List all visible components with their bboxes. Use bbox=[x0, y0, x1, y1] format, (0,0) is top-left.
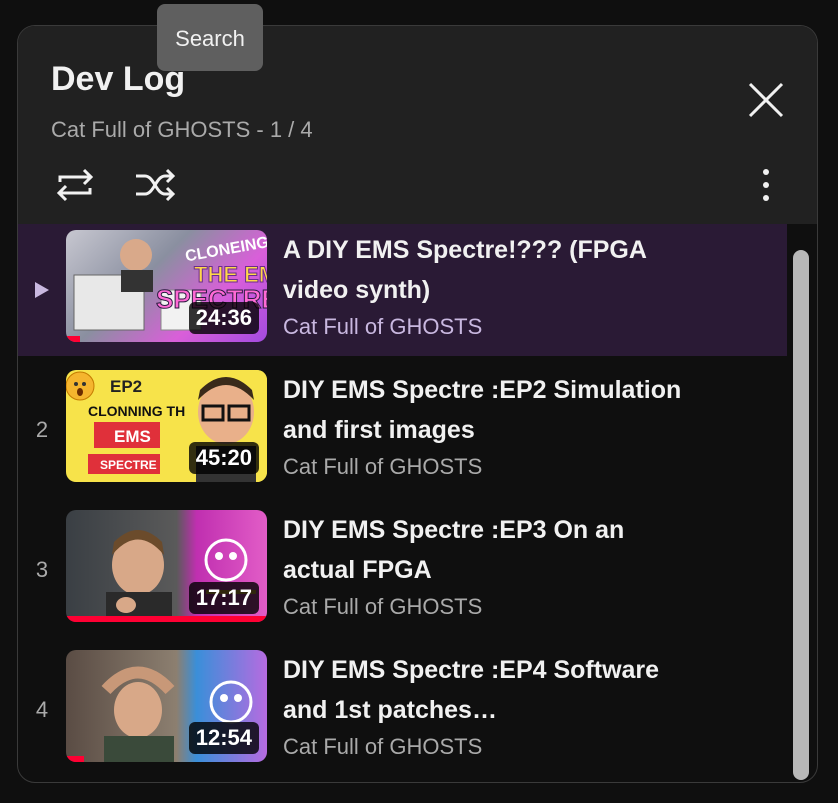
video-duration: 45:20 bbox=[188, 442, 259, 474]
shuffle-button[interactable] bbox=[132, 164, 178, 206]
video-title[interactable]: DIY EMS Spectre :EP3 On an actual FPGA bbox=[283, 510, 683, 590]
video-thumbnail[interactable]: 12:54 bbox=[66, 650, 267, 762]
more-vertical-icon bbox=[763, 169, 769, 201]
item-index: 2 bbox=[35, 417, 49, 442]
video-duration: 24:36 bbox=[188, 302, 259, 334]
playlist-subtitle: Cat Full of GHOSTS - 1 / 4 bbox=[51, 117, 313, 142]
thumb-text-line3: EMS bbox=[114, 427, 151, 446]
scrollbar-thumb[interactable] bbox=[793, 250, 809, 780]
video-thumbnail[interactable]: EP2 CLONNING THE EMS SPECTRE 45:20 bbox=[66, 370, 267, 482]
loop-button[interactable] bbox=[52, 164, 98, 206]
watch-progress-bar bbox=[66, 336, 80, 342]
item-index: 4 bbox=[35, 697, 49, 722]
close-icon bbox=[748, 82, 784, 118]
video-thumbnail[interactable]: CLONEING THE EMS SPECTRE 24:36 bbox=[66, 230, 267, 342]
playlist-item[interactable]: CLONEING THE EMS SPECTRE 24:36 A DIY EMS… bbox=[18, 224, 787, 356]
video-title[interactable]: DIY EMS Spectre :EP2 Simulation and firs… bbox=[283, 370, 683, 450]
close-button[interactable] bbox=[744, 78, 788, 122]
watch-progress-bar bbox=[66, 756, 84, 762]
thumb-text-line2: CLONNING THE bbox=[88, 403, 195, 419]
shuffle-icon bbox=[136, 168, 176, 202]
item-index: 3 bbox=[35, 557, 49, 582]
watch-progress-bar bbox=[66, 616, 267, 622]
video-duration: 17:17 bbox=[188, 582, 259, 614]
playlist-header: Dev Log Cat Full of GHOSTS - 1 / 4 bbox=[18, 26, 817, 224]
thumb-text-line4: SPECTRE bbox=[100, 458, 157, 472]
now-playing-indicator bbox=[18, 224, 66, 356]
video-channel: Cat Full of GHOSTS bbox=[283, 594, 483, 619]
video-channel: Cat Full of GHOSTS bbox=[283, 454, 483, 479]
playlist-panel: Dev Log Cat Full of GHOSTS - 1 / 4 CLONE… bbox=[17, 25, 818, 783]
video-thumbnail[interactable]: 17:17 bbox=[66, 510, 267, 622]
video-title[interactable]: A DIY EMS Spectre!??? (FPGA video synth) bbox=[283, 230, 683, 310]
scrollbar[interactable] bbox=[793, 250, 809, 780]
search-tooltip: Search bbox=[157, 4, 263, 71]
thumb-text-line1: CLONEING bbox=[184, 234, 267, 265]
video-duration: 12:54 bbox=[188, 722, 259, 754]
playlist-item[interactable]: 4 12:54 DIY EMS Spectre :EP4 Software an… bbox=[18, 644, 787, 776]
playlist-item[interactable]: 2 EP2 CLONNING THE EMS SPECTRE 45:20 DIY… bbox=[18, 364, 787, 496]
loop-icon bbox=[56, 168, 94, 202]
thumb-text-line1: EP2 bbox=[110, 377, 142, 396]
video-channel: Cat Full of GHOSTS bbox=[283, 734, 483, 759]
playlist-items: CLONEING THE EMS SPECTRE 24:36 A DIY EMS… bbox=[18, 224, 787, 782]
video-title[interactable]: DIY EMS Spectre :EP4 Software and 1st pa… bbox=[283, 650, 683, 730]
more-options-button[interactable] bbox=[750, 164, 782, 206]
playlist-item[interactable]: 3 17:17 DIY EMS Spectre :EP3 On an actua… bbox=[18, 504, 787, 636]
video-channel: Cat Full of GHOSTS bbox=[283, 314, 483, 339]
play-indicator-icon bbox=[35, 282, 49, 298]
